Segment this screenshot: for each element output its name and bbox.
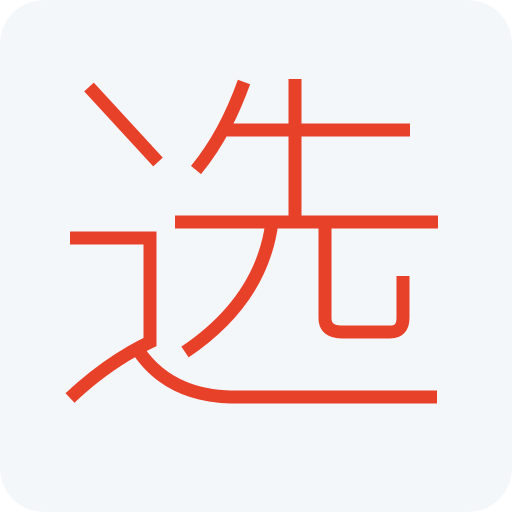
glyph-stroke-right-hook (318, 222, 410, 339)
glyph-stroke-dot (84, 82, 163, 167)
glyph-stroke-left-fall (181, 221, 279, 358)
xuan-glyph-icon (65, 79, 438, 404)
glyph-stroke-sweep (132, 346, 437, 404)
glyph-stroke-radical-bend (65, 231, 157, 403)
app-icon[interactable] (0, 0, 512, 512)
